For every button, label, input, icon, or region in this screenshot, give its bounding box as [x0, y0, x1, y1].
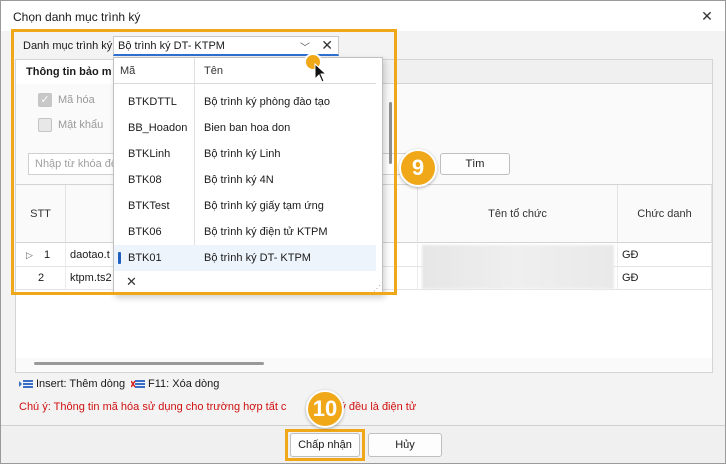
col-header-title: Chức danh [618, 185, 712, 243]
highlight-combo [11, 29, 397, 295]
cancel-button[interactable]: Hủy [368, 433, 442, 457]
highlight-accept [285, 429, 365, 461]
delete-row-icon [130, 379, 145, 389]
warning-text: Chú ý: Thông tin mã hóa sử dụng cho trườ… [19, 401, 417, 413]
redacted-org-cells [422, 245, 614, 289]
close-icon[interactable]: ✕ [697, 6, 717, 26]
search-button[interactable]: Tìm [440, 153, 510, 175]
step-badge-9: 9 [399, 149, 437, 187]
dialog-title: Chọn danh mục trình ký [13, 10, 141, 24]
row-title: GĐ [618, 244, 712, 267]
f11-hint: F11: Xóa dòng [130, 378, 219, 390]
insert-hint: Insert: Thêm dòng [19, 378, 125, 390]
dialog-window: Chọn danh mục trình ký ✕ Thông tin bảo m… [0, 0, 726, 464]
horizontal-scrollbar[interactable] [34, 362, 264, 365]
col-header-org: Tên tổ chức [418, 185, 618, 243]
mouse-cursor-icon [314, 63, 328, 83]
step-badge-10: 10 [306, 390, 344, 428]
row-title: GĐ [618, 267, 712, 290]
title-bar: Chọn danh mục trình ký ✕ [1, 1, 725, 31]
insert-row-icon [19, 379, 33, 389]
